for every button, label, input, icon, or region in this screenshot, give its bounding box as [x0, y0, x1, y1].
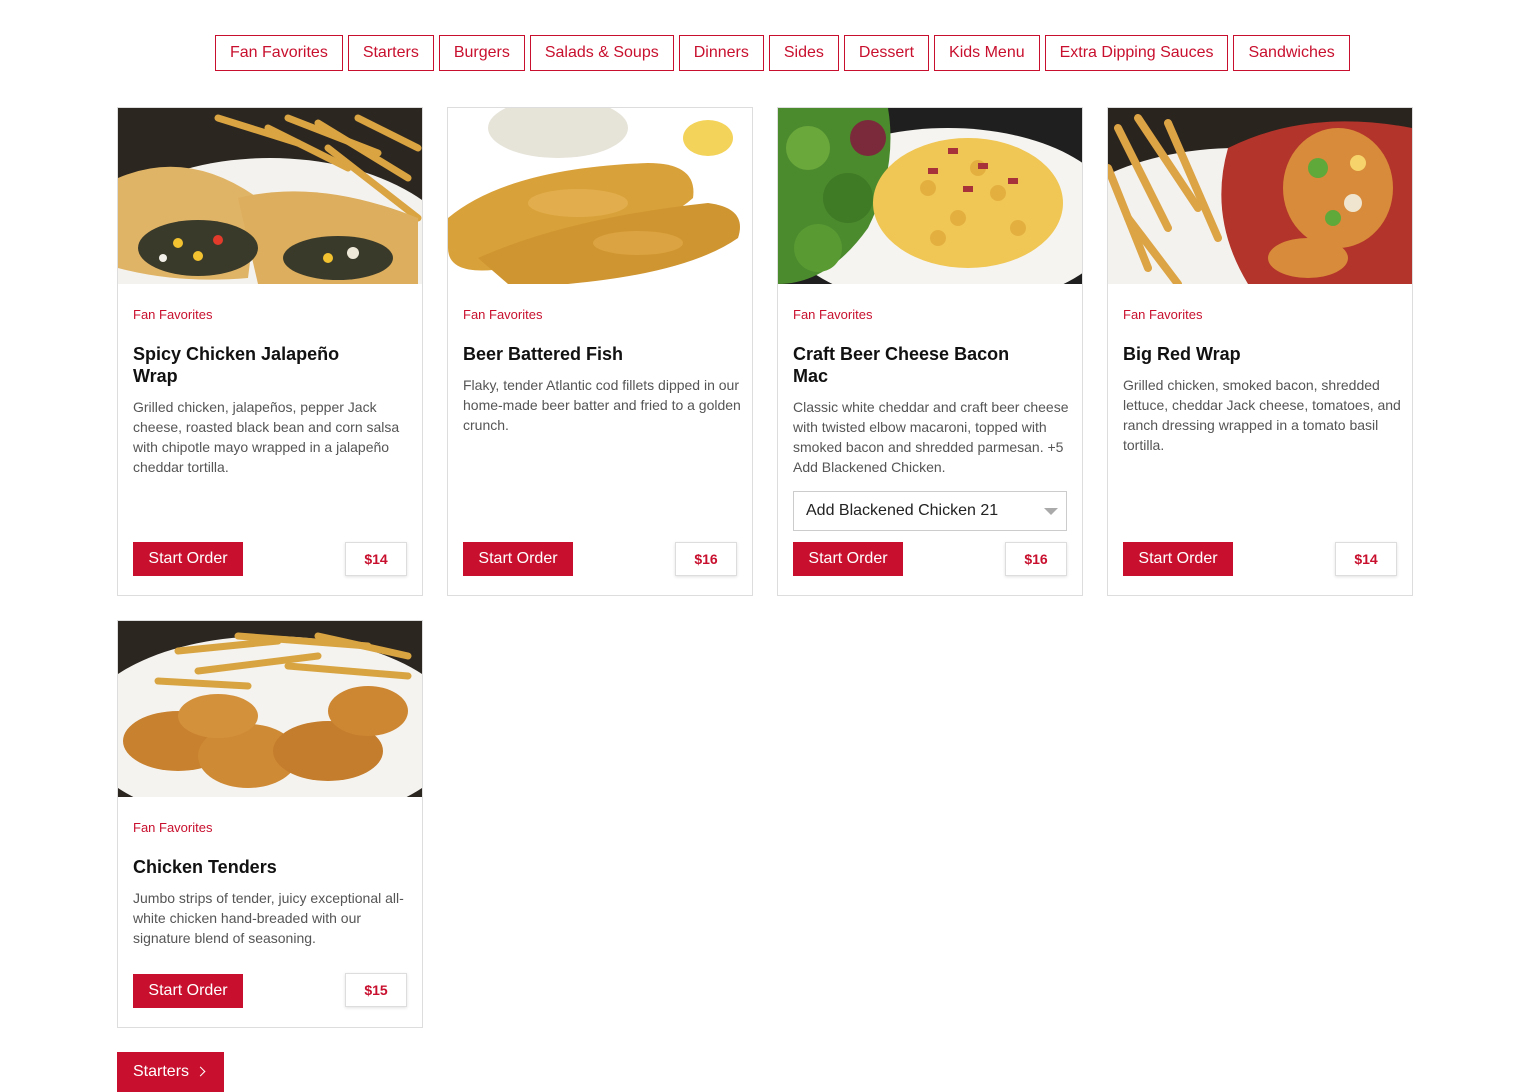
- tab-kids-menu[interactable]: Kids Menu: [934, 35, 1040, 71]
- item-description: Flaky, tender Atlantic cod fillets dippe…: [463, 377, 741, 433]
- item-description: Classic white cheddar and craft beer che…: [793, 399, 1069, 475]
- item-category: Fan Favorites: [463, 307, 543, 322]
- item-title: Chicken Tenders: [133, 857, 277, 877]
- start-order-button[interactable]: Start Order: [133, 542, 243, 576]
- item-description: Grilled chicken, smoked bacon, shredded …: [1123, 377, 1401, 453]
- tab-dessert[interactable]: Dessert: [843, 35, 930, 71]
- next-section-button[interactable]: Starters: [117, 1052, 224, 1092]
- chevron-right-icon: [195, 1066, 206, 1077]
- menu-item-card: Fan Favorites Chicken Tenders Jumbo stri…: [117, 620, 423, 1028]
- tab-burgers[interactable]: Burgers: [438, 35, 525, 71]
- item-description: Grilled chicken, jalapeños, pepper Jack …: [133, 399, 400, 475]
- tab-fan-favorites[interactable]: Fan Favorites: [215, 35, 343, 71]
- item-description: Jumbo strips of tender, juicy exceptiona…: [133, 890, 404, 946]
- food-photo: [118, 108, 422, 284]
- menu-item-card: Fan Favorites Craft Beer Cheese Bacon Ma…: [777, 107, 1083, 596]
- menu-item-card: Fan Favorites Spicy Chicken Jalapeño Wra…: [117, 107, 423, 596]
- tab-starters[interactable]: Starters: [347, 35, 434, 71]
- price-tag: $16: [1005, 542, 1067, 576]
- category-tabs: Fan Favorites Starters Burgers Salads & …: [215, 35, 1350, 71]
- price-tag: $14: [1335, 542, 1397, 576]
- item-category: Fan Favorites: [1123, 307, 1203, 322]
- tab-sides[interactable]: Sides: [768, 35, 839, 71]
- item-category: Fan Favorites: [133, 307, 213, 322]
- food-photo: [448, 108, 752, 284]
- tab-sandwiches[interactable]: Sandwiches: [1233, 35, 1350, 71]
- select-value: Add Blackened Chicken 21: [806, 502, 999, 519]
- start-order-button[interactable]: Start Order: [793, 542, 903, 576]
- start-order-button[interactable]: Start Order: [133, 974, 243, 1008]
- food-photo: [118, 621, 422, 797]
- price-tag: $16: [675, 542, 737, 576]
- item-title: Big Red Wrap: [1123, 344, 1241, 364]
- add-on-select[interactable]: Add Blackened Chicken 21: [793, 491, 1067, 531]
- tab-dinners[interactable]: Dinners: [678, 35, 764, 71]
- chevron-down-icon: [1044, 508, 1058, 515]
- menu-item-card: Fan Favorites Beer Battered Fish Flaky, …: [447, 107, 753, 596]
- item-category: Fan Favorites: [793, 307, 873, 322]
- item-title: Spicy Chicken Jalapeño Wrap: [133, 344, 340, 386]
- tab-extra-dipping-sauces[interactable]: Extra Dipping Sauces: [1044, 35, 1229, 71]
- food-photo: [1108, 108, 1412, 284]
- menu-item-card: Fan Favorites Big Red Wrap Grilled chick…: [1107, 107, 1413, 596]
- start-order-button[interactable]: Start Order: [1123, 542, 1233, 576]
- item-category: Fan Favorites: [133, 820, 213, 835]
- price-tag: $14: [345, 542, 407, 576]
- price-tag: $15: [345, 973, 407, 1007]
- start-order-button[interactable]: Start Order: [463, 542, 573, 576]
- next-section-label: Starters: [133, 1063, 190, 1080]
- food-photo: [778, 108, 1082, 284]
- item-title: Craft Beer Cheese Bacon Mac: [793, 344, 1010, 386]
- item-title: Beer Battered Fish: [463, 344, 624, 364]
- tab-salads-soups[interactable]: Salads & Soups: [529, 35, 674, 71]
